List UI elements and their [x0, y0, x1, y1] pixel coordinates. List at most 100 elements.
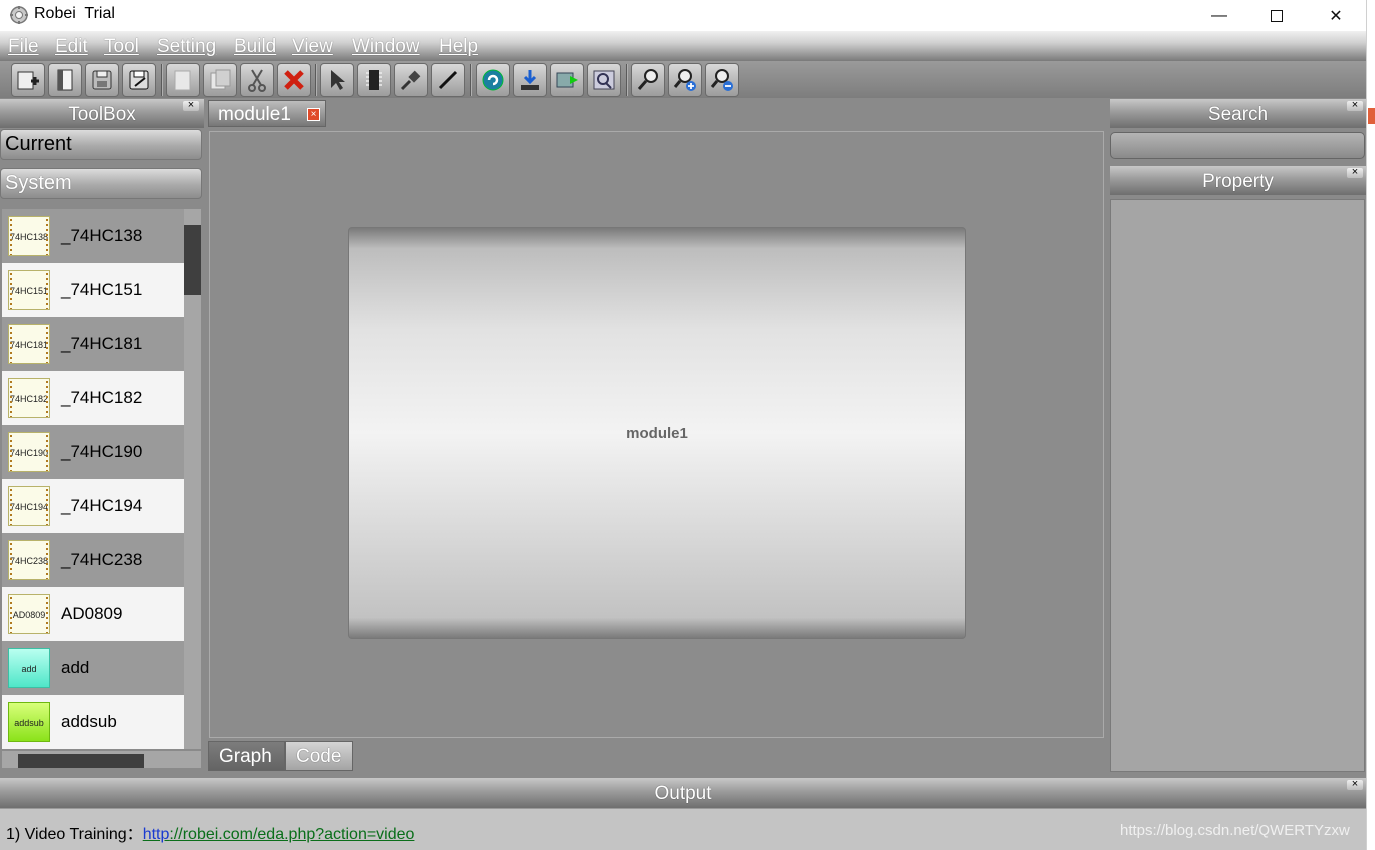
- close-button[interactable]: ✕: [1307, 0, 1365, 31]
- toolbox-title: ToolBox: [68, 104, 136, 125]
- menu-file[interactable]: File: [8, 36, 39, 58]
- property-close-button[interactable]: ×: [1347, 167, 1363, 178]
- component-chip-icon: 74HC238: [8, 540, 50, 580]
- component-item[interactable]: 74HC190 _74HC190: [2, 425, 184, 479]
- paste-button[interactable]: [203, 63, 237, 97]
- menu-tool[interactable]: Tool: [104, 36, 139, 58]
- toolbar-separator: [161, 64, 163, 96]
- component-chip-icon: add: [8, 648, 50, 688]
- window-title: Robei Trial: [34, 5, 115, 22]
- component-label: _74HC190: [61, 442, 143, 461]
- add-module-button[interactable]: [357, 63, 391, 97]
- cut-button[interactable]: [240, 63, 274, 97]
- delete-button[interactable]: [277, 63, 311, 97]
- select-pointer-icon: [331, 70, 345, 90]
- component-item[interactable]: 74HC151 _74HC151: [2, 263, 184, 317]
- menu-bar: File Edit Tool Setting Build View Window…: [0, 31, 1366, 61]
- wire-tool-button[interactable]: [431, 63, 465, 97]
- paste-icon: [210, 69, 231, 90]
- new-module-button[interactable]: [11, 63, 45, 97]
- component-list: 74HC138 _74HC138 74HC151 _74HC151 74HC181 _74…: [2, 209, 184, 749]
- copy-button[interactable]: [166, 63, 200, 97]
- maximize-button[interactable]: [1248, 0, 1306, 31]
- menu-help[interactable]: Help: [439, 36, 478, 58]
- zoom-in-button[interactable]: [668, 63, 702, 97]
- save-all-button[interactable]: [122, 63, 156, 97]
- component-label: _74HC182: [61, 388, 143, 407]
- minimize-icon: —: [1211, 6, 1227, 24]
- save-button[interactable]: [85, 63, 119, 97]
- component-item[interactable]: add add: [2, 641, 184, 695]
- component-item[interactable]: 74HC238 _74HC238: [2, 533, 184, 587]
- run-button[interactable]: [550, 63, 584, 97]
- toolbar-separator: [470, 64, 472, 96]
- output-line: 1) Video Training：http://robei.com/eda.p…: [6, 820, 414, 844]
- section-current[interactable]: Current: [0, 129, 202, 160]
- robei-logo-icon: [10, 6, 28, 24]
- scrollbar-thumb[interactable]: [184, 225, 201, 295]
- search-header: Search: [1110, 99, 1366, 128]
- menu-edit[interactable]: Edit: [55, 36, 88, 58]
- simulate-button[interactable]: [476, 63, 510, 97]
- link-path: ://robei.com/eda.php?action=video: [169, 826, 415, 843]
- tab-module1[interactable]: module1 ×: [208, 100, 326, 127]
- menu-setting[interactable]: Setting: [157, 36, 216, 58]
- menu-window[interactable]: Window: [352, 36, 420, 58]
- simulate-icon: [482, 69, 504, 91]
- close-icon: ✕: [1329, 7, 1343, 25]
- toolbar: [0, 61, 1366, 98]
- toolbox-vertical-scrollbar[interactable]: [184, 209, 201, 749]
- component-label: _74HC151: [61, 280, 143, 299]
- video-training-link[interactable]: http://robei.com/eda.php?action=video: [143, 826, 415, 843]
- search-input[interactable]: [1110, 132, 1365, 159]
- menu-build[interactable]: Build: [234, 36, 276, 58]
- component-item[interactable]: addsub addsub: [2, 695, 184, 749]
- search-title: Search: [1207, 104, 1269, 125]
- toolbox-close-button[interactable]: ×: [183, 100, 199, 111]
- save-icon: [92, 70, 112, 90]
- component-item[interactable]: 74HC182 _74HC182: [2, 371, 184, 425]
- menu-view[interactable]: View: [292, 36, 333, 58]
- tab-code[interactable]: Code: [285, 741, 353, 771]
- component-item[interactable]: 74HC181 _74HC181: [2, 317, 184, 371]
- scrollbar-thumb[interactable]: [18, 754, 144, 768]
- component-chip-icon: 74HC182: [8, 378, 50, 418]
- open-button[interactable]: [48, 63, 82, 97]
- save-as-icon: [129, 70, 149, 90]
- component-label: _74HC181: [61, 334, 143, 353]
- tab-close-icon[interactable]: ×: [307, 108, 320, 121]
- section-system[interactable]: System: [0, 168, 202, 199]
- zoom-button[interactable]: [631, 63, 665, 97]
- design-canvas[interactable]: module1: [209, 131, 1104, 738]
- waveform-button[interactable]: [587, 63, 621, 97]
- copy-icon: [174, 70, 191, 91]
- zoom-in-icon: [673, 69, 696, 91]
- minimize-button[interactable]: —: [1190, 0, 1248, 31]
- open-icon: [57, 69, 73, 91]
- cut-icon: [248, 69, 266, 92]
- select-tool-button[interactable]: [320, 63, 354, 97]
- property-grid: [1110, 199, 1365, 772]
- toolbox-horizontal-scrollbar[interactable]: [2, 751, 201, 768]
- output-close-button[interactable]: ×: [1347, 779, 1363, 790]
- connect-pin-icon: [400, 70, 421, 91]
- component-chip-icon: AD0809: [8, 594, 50, 634]
- component-item[interactable]: 74HC194 _74HC194: [2, 479, 184, 533]
- toolbar-separator: [315, 64, 317, 96]
- output-console: 1) Video Training：http://robei.com/eda.p…: [0, 808, 1366, 850]
- toolbox-header: ToolBox: [0, 99, 204, 128]
- tab-graph[interactable]: Graph: [208, 741, 285, 771]
- component-item[interactable]: 74HC138 _74HC138: [2, 209, 184, 263]
- zoom-out-button[interactable]: [705, 63, 739, 97]
- add-pin-button[interactable]: [394, 63, 428, 97]
- component-chip-icon: 74HC190: [8, 432, 50, 472]
- component-item[interactable]: AD0809 AD0809: [2, 587, 184, 641]
- wire-icon: [438, 70, 458, 90]
- module-name: module1: [626, 425, 688, 442]
- download-button[interactable]: [513, 63, 547, 97]
- waveform-zoom-icon: [593, 70, 615, 90]
- component-label: _74HC238: [61, 550, 143, 569]
- robei-window: Robei Trial — ✕ File Edit Tool Setting B…: [0, 0, 1366, 850]
- search-close-button[interactable]: ×: [1347, 100, 1363, 111]
- module-block[interactable]: module1: [348, 227, 966, 639]
